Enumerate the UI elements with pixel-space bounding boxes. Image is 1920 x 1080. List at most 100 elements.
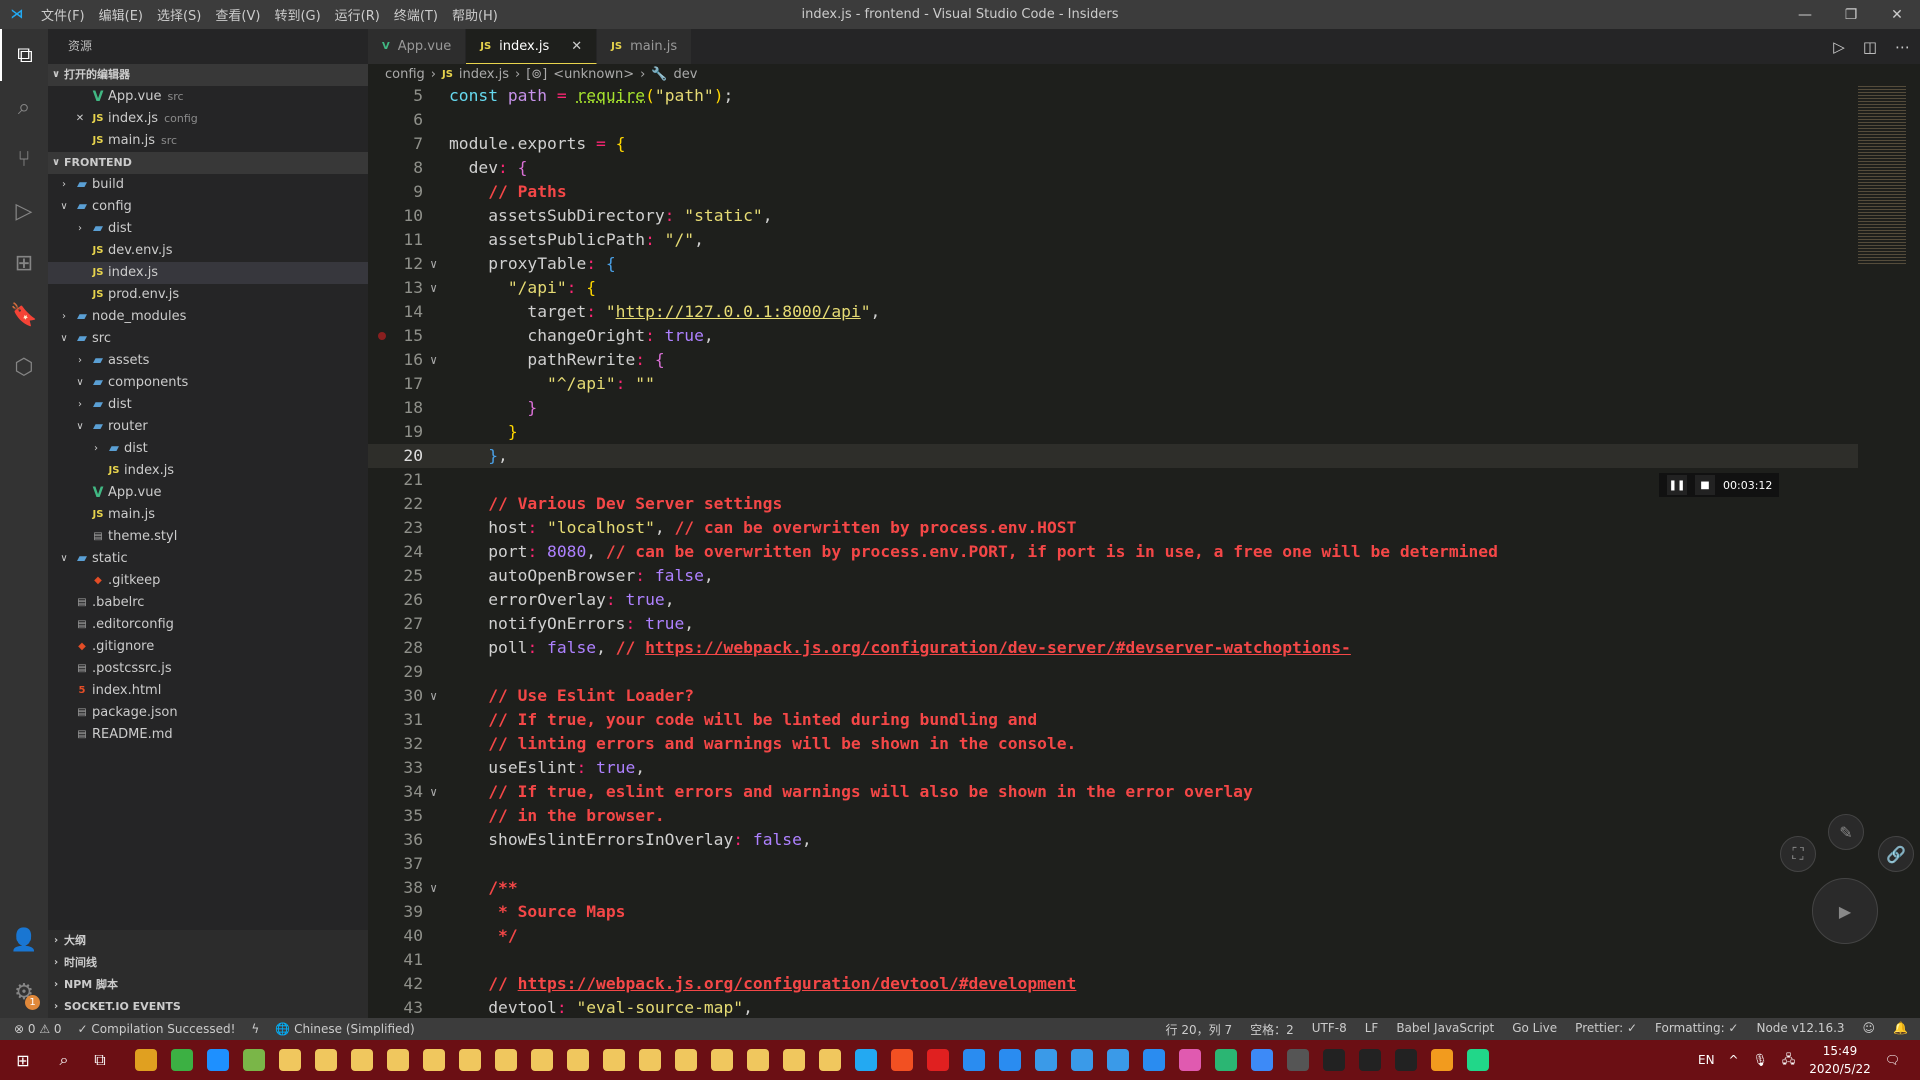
clock[interactable]: 15:49 2020/5/22 <box>1809 1042 1871 1078</box>
menu-item[interactable]: 帮助(H) <box>445 5 505 24</box>
code-line[interactable]: 11 assetsPublicPath: "/", <box>368 228 1858 252</box>
code-line[interactable]: 8 dev: { <box>368 156 1858 180</box>
taskbar-wps[interactable] <box>1244 1040 1280 1080</box>
code-line[interactable]: 23 host: "localhost", // can be overwrit… <box>368 516 1858 540</box>
tree-item[interactable]: V App.vue <box>48 482 368 504</box>
bookmark-icon[interactable]: 🔖 <box>0 289 48 341</box>
status-item[interactable]: Formatting: ✓ <box>1655 1021 1738 1038</box>
code-line[interactable]: 30 ∨ // Use Eslint Loader? <box>368 684 1858 708</box>
code-line[interactable]: 18 } <box>368 396 1858 420</box>
code-line[interactable]: 37 <box>368 852 1858 876</box>
lightning-icon[interactable]: ϟ <box>251 1022 259 1036</box>
gear-icon[interactable]: ⚙ 1 <box>0 966 48 1018</box>
taskbar-obs[interactable] <box>1280 1040 1316 1080</box>
taskbar-search[interactable] <box>1424 1040 1460 1080</box>
split-editor-icon[interactable]: ◫ <box>1863 38 1877 56</box>
tab-App-vue[interactable]: V App.vue <box>368 29 467 64</box>
run-debug-icon[interactable]: ▷ <box>0 185 48 237</box>
tree-item[interactable]: JS dev.env.js <box>48 240 368 262</box>
taskbar-vscode[interactable] <box>848 1040 884 1080</box>
feedback-icon[interactable]: ☺ <box>1863 1021 1876 1038</box>
taskbar-folder[interactable] <box>668 1040 704 1080</box>
taskbar-app[interactable] <box>992 1040 1028 1080</box>
search-icon[interactable]: ⌕ <box>46 1040 82 1080</box>
code-line[interactable]: 12 ∨ proxyTable: { <box>368 252 1858 276</box>
tree-item[interactable]: › ▰ node_modules <box>48 306 368 328</box>
status-item[interactable]: UTF-8 <box>1312 1021 1347 1038</box>
tree-item[interactable]: ◆ .gitkeep <box>48 570 368 592</box>
code-line[interactable]: 7 module.exports = { <box>368 132 1858 156</box>
tree-item[interactable]: JS main.js src <box>48 130 368 152</box>
tab-index-js[interactable]: JS index.js ✕ <box>466 29 598 64</box>
task-view-icon[interactable]: ⧉ <box>82 1040 118 1080</box>
problems-indicator[interactable]: ⊗ 0 ⚠ 0 <box>14 1022 62 1036</box>
code-line[interactable]: 24 port: 8080, // can be overwritten by … <box>368 540 1858 564</box>
code-line[interactable]: 22 // Various Dev Server settings <box>368 492 1858 516</box>
breadcrumb-item[interactable]: dev <box>674 64 698 86</box>
taskbar-folder[interactable] <box>596 1040 632 1080</box>
taskbar-pycharm[interactable] <box>1460 1040 1496 1080</box>
code-line[interactable]: 39 * Source Maps <box>368 900 1858 924</box>
breakpoint-icon[interactable] <box>378 332 386 340</box>
tree-item[interactable]: › ▰ dist <box>48 218 368 240</box>
code-line[interactable]: 10 assetsSubDirectory: "static", <box>368 204 1858 228</box>
tree-item[interactable]: ▤ .editorconfig <box>48 614 368 636</box>
tree-item[interactable]: ▤ README.md <box>48 724 368 746</box>
taskbar-media[interactable] <box>1136 1040 1172 1080</box>
status-item[interactable]: Node v12.16.3 <box>1756 1021 1844 1038</box>
panel-section[interactable]: › NPM 脚本 <box>48 974 368 996</box>
taskbar-ie[interactable] <box>1100 1040 1136 1080</box>
fold-chevron-icon[interactable]: ∨ <box>430 684 437 708</box>
status-item[interactable]: Go Live <box>1512 1021 1557 1038</box>
taskbar-terminal[interactable] <box>1388 1040 1424 1080</box>
tree-item[interactable]: 5 index.html <box>48 680 368 702</box>
code-line[interactable]: 33 useEslint: true, <box>368 756 1858 780</box>
taskbar-folder[interactable] <box>272 1040 308 1080</box>
tree-item[interactable]: ◆ .gitignore <box>48 636 368 658</box>
tree-item[interactable]: ∨ ▰ router <box>48 416 368 438</box>
code-line[interactable]: 26 errorOverlay: true, <box>368 588 1858 612</box>
menu-item[interactable]: 转到(G) <box>267 5 327 24</box>
taskbar-ie[interactable] <box>1064 1040 1100 1080</box>
code-line[interactable]: 15 changeOright: true, <box>368 324 1858 348</box>
breadcrumb-item[interactable]: <unknown> <box>553 64 634 86</box>
fold-chevron-icon[interactable]: ∨ <box>430 252 437 276</box>
taskbar-folder[interactable] <box>632 1040 668 1080</box>
taskbar-folder[interactable] <box>776 1040 812 1080</box>
code-line[interactable]: 36 showEslintErrorsInOverlay: false, <box>368 828 1858 852</box>
taskbar-folder[interactable] <box>308 1040 344 1080</box>
tree-item[interactable]: ∨ ▰ config <box>48 196 368 218</box>
code-line[interactable]: 14 target: "http://127.0.0.1:8000/api", <box>368 300 1858 324</box>
breadcrumb-item[interactable]: index.js <box>459 64 509 86</box>
tree-item[interactable]: JS prod.env.js <box>48 284 368 306</box>
tab-main-js[interactable]: JS main.js <box>597 29 693 64</box>
status-item[interactable]: Prettier: ✓ <box>1575 1021 1637 1038</box>
code-editor[interactable]: 5 const path = require("path"); 6 7 module.e… <box>368 84 1858 1018</box>
code-line[interactable]: 41 <box>368 948 1858 972</box>
status-item[interactable]: LF <box>1365 1021 1379 1038</box>
section-header[interactable]: ∨ FRONTEND <box>48 152 368 174</box>
screenshot-icon[interactable]: ⛶ <box>1780 836 1816 872</box>
taskbar-chrome[interactable] <box>128 1040 164 1080</box>
menu-item[interactable]: 终端(T) <box>387 5 445 24</box>
close-tab-icon[interactable]: ✕ <box>571 39 582 54</box>
status-item[interactable]: 行 20，列 7 <box>1166 1021 1233 1038</box>
tree-item[interactable]: V App.vue src <box>48 86 368 108</box>
taskbar-terminal[interactable] <box>1316 1040 1352 1080</box>
code-line[interactable]: 25 autoOpenBrowser: false, <box>368 564 1858 588</box>
code-line[interactable]: 27 notifyOnErrors: true, <box>368 612 1858 636</box>
notification-icon[interactable]: 🗨 <box>1885 1053 1900 1067</box>
taskbar-folder[interactable] <box>416 1040 452 1080</box>
code-line[interactable]: 29 <box>368 660 1858 684</box>
extensions-icon[interactable]: ⊞ <box>0 237 48 289</box>
code-line[interactable]: 31 // If true, your code will be linted … <box>368 708 1858 732</box>
run-icon[interactable]: ▷ <box>1833 38 1845 56</box>
network-icon[interactable]: 🖧 <box>1782 1050 1795 1071</box>
windows-start-icon[interactable]: ⊞ <box>0 1040 46 1080</box>
tree-item[interactable]: › ▰ build <box>48 174 368 196</box>
minimap[interactable] <box>1858 84 1906 264</box>
play-record-button[interactable]: ▶ <box>1812 878 1878 944</box>
taskbar-folder[interactable] <box>704 1040 740 1080</box>
bell-icon[interactable]: 🔔 <box>1893 1021 1908 1038</box>
taskbar-ie[interactable] <box>1028 1040 1064 1080</box>
